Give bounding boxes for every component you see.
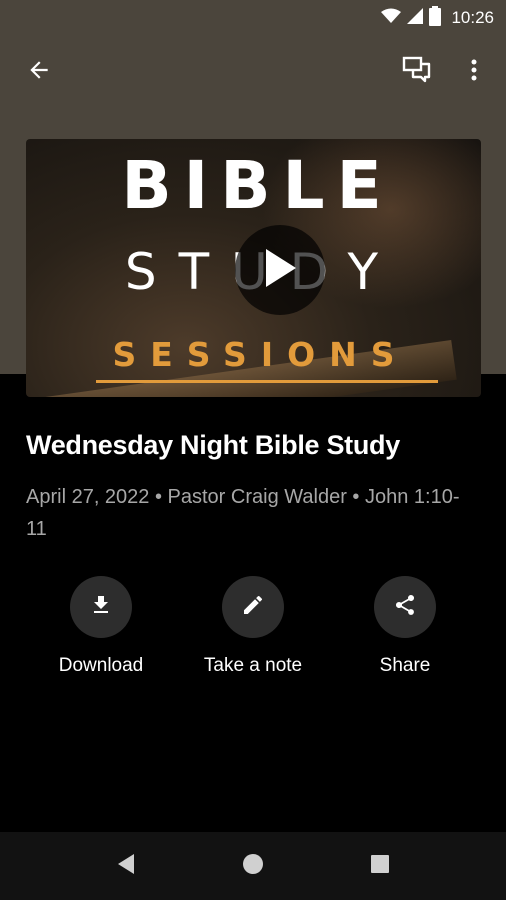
more-options-button[interactable] — [452, 47, 496, 97]
back-button[interactable] — [14, 47, 64, 97]
sermon-meta: April 27, 2022 • Pastor Craig Walder • J… — [26, 486, 460, 540]
download-icon — [89, 593, 113, 622]
take-note-circle — [222, 576, 284, 638]
download-circle — [70, 576, 132, 638]
play-icon — [260, 247, 300, 294]
nav-recents-icon — [370, 854, 390, 879]
battery-icon — [429, 5, 442, 31]
arrow-back-icon — [26, 57, 52, 88]
app-bar — [0, 44, 506, 102]
status-clock: 10:26 — [451, 8, 494, 27]
share-icon — [393, 593, 417, 622]
nav-home-button[interactable] — [218, 832, 288, 900]
more-vert-icon — [470, 58, 478, 87]
share-label: Share — [379, 655, 431, 676]
system-nav-bar — [0, 832, 506, 900]
nav-recents-button[interactable] — [345, 832, 415, 900]
take-note-label: Take a note — [203, 655, 303, 676]
status-icons: 10:26 — [381, 5, 494, 31]
artwork-title-bible: BIBLE — [121, 147, 394, 224]
download-label: Download — [58, 655, 144, 676]
sermon-title: Wednesday Night Bible Study — [26, 430, 400, 460]
nav-back-button[interactable] — [91, 832, 161, 900]
cell-signal-icon — [407, 7, 424, 29]
chat-bubbles-icon — [402, 56, 432, 89]
artwork-title-sessions: SESSIONS — [112, 335, 409, 374]
artwork-underline — [96, 380, 438, 383]
pencil-icon — [241, 593, 265, 622]
nav-back-icon — [116, 853, 136, 880]
nav-home-icon — [242, 853, 264, 880]
download-button[interactable]: Download — [21, 576, 181, 677]
wifi-icon — [381, 8, 402, 29]
play-button[interactable] — [235, 225, 325, 315]
share-circle — [374, 576, 436, 638]
share-button[interactable]: Share — [325, 576, 485, 677]
take-note-button[interactable]: Take a note — [173, 576, 333, 677]
sermon-artwork: BIBLE STUDY SESSIONS — [26, 139, 481, 397]
comments-button[interactable] — [392, 47, 442, 97]
status-bar: 10:26 — [0, 0, 506, 36]
